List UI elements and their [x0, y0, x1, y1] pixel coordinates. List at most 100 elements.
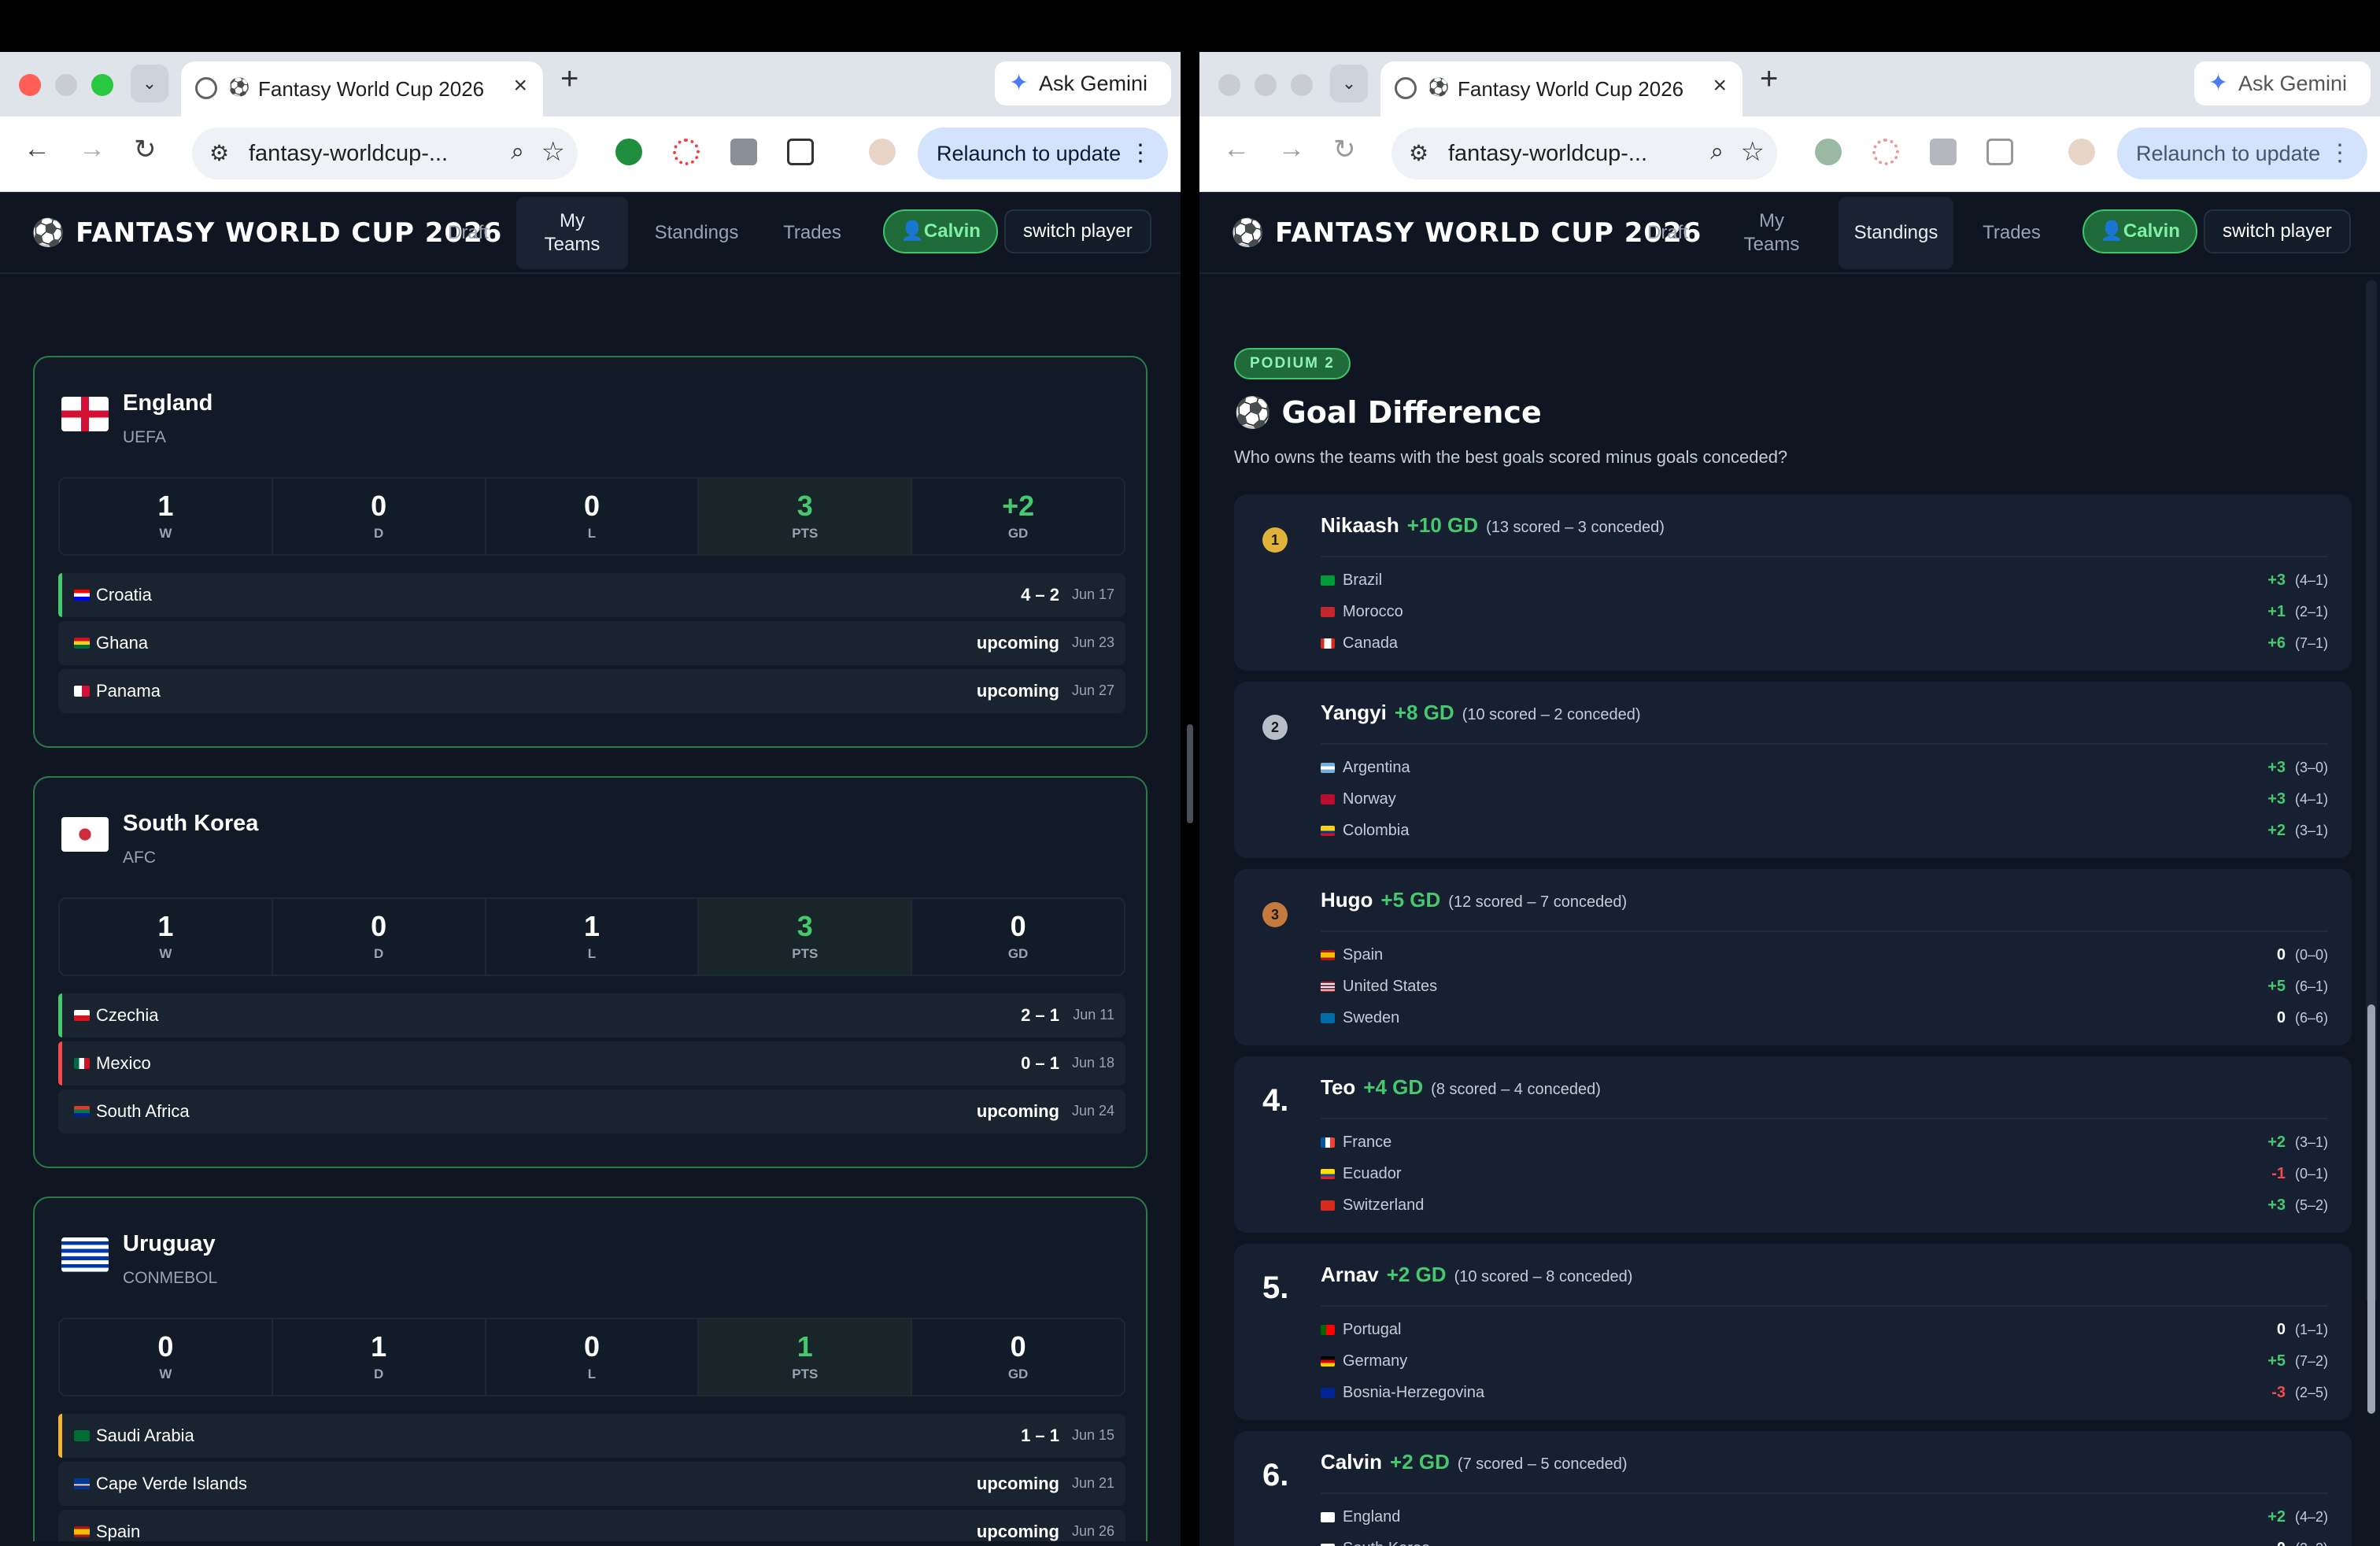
- address-bar[interactable]: ⚙ fantasy-worldcup-... ⌕ ☆: [1391, 128, 1777, 179]
- match-row[interactable]: Saudi Arabia 1 – 1 Jun 15: [58, 1414, 1125, 1458]
- globe-icon: [1395, 77, 1417, 99]
- back-icon[interactable]: ←: [1223, 134, 1250, 165]
- current-player-badge[interactable]: 👤Calvin: [883, 209, 998, 253]
- nav-draft[interactable]: Draft: [1631, 197, 1705, 269]
- match-row[interactable]: Cape Verde Islands upcoming Jun 21: [58, 1462, 1125, 1506]
- tab-search-button[interactable]: ⌄: [131, 65, 168, 102]
- browser-tab[interactable]: ⚽ Fantasy World Cup 2026 ×: [181, 61, 543, 117]
- browser-toolbar: ← → ↻ ⚙ fantasy-worldcup-... ⌕ ☆ Relaunc…: [1199, 117, 2380, 192]
- reload-icon[interactable]: ↻: [1333, 134, 1356, 165]
- forward-icon[interactable]: →: [79, 134, 105, 165]
- team-score: (3–1): [2294, 1134, 2328, 1150]
- stat-d-value: 0: [371, 910, 387, 942]
- window-divider-handle[interactable]: [1187, 724, 1193, 823]
- new-tab-button[interactable]: +: [560, 61, 578, 97]
- scrollbar-thumb[interactable]: [2367, 1004, 2375, 1414]
- nav-trades[interactable]: Trades: [1968, 197, 2056, 269]
- player-goal-difference: +2 GD: [1390, 1450, 1450, 1474]
- result-indicator: [58, 1462, 62, 1506]
- site-info-icon[interactable]: ⚙: [1409, 140, 1428, 166]
- reload-icon[interactable]: ↻: [134, 134, 157, 165]
- team-goal-difference: +3: [2267, 1196, 2286, 1214]
- match-row[interactable]: Ghana upcoming Jun 23: [58, 621, 1125, 665]
- relaunch-button[interactable]: Relaunch to update ⋮: [918, 128, 1168, 179]
- team-name: France: [1343, 1134, 1392, 1151]
- opponent-flag-icon: [74, 686, 90, 697]
- puzzle-extensions-icon[interactable]: [1986, 139, 2013, 165]
- back-icon[interactable]: ←: [24, 134, 50, 165]
- bookmark-star-icon[interactable]: ☆: [1741, 136, 1765, 168]
- grammarly-extension-icon[interactable]: [1815, 139, 1842, 165]
- minimize-window-button[interactable]: [55, 74, 77, 96]
- nav-standings[interactable]: Standings: [1839, 197, 1953, 269]
- extension-icon[interactable]: [673, 139, 700, 165]
- rank-card: 1 Nikaash +10 GD (13 scored – 3 conceded) …: [1234, 494, 2352, 671]
- nav-standings[interactable]: Standings: [639, 197, 754, 269]
- current-player-badge[interactable]: 👤Calvin: [2082, 209, 2197, 253]
- close-tab-icon[interactable]: ×: [1713, 72, 1727, 99]
- soccer-ball-icon: ⚽: [228, 77, 250, 97]
- match-row[interactable]: South Africa upcoming Jun 24: [58, 1089, 1125, 1134]
- team-name: England: [1343, 1508, 1401, 1526]
- stat-gd-label: GD: [1007, 1367, 1029, 1381]
- switch-player-button[interactable]: switch player: [2204, 209, 2351, 253]
- new-tab-button[interactable]: +: [1760, 61, 1778, 97]
- close-window-button[interactable]: [1218, 74, 1240, 96]
- maximize-window-button[interactable]: [91, 74, 113, 96]
- profile-avatar[interactable]: [2068, 139, 2095, 165]
- more-menu-icon[interactable]: ⋮: [1129, 128, 1152, 179]
- match-date: Jun 18: [1071, 1055, 1114, 1071]
- maximize-window-button[interactable]: [1291, 74, 1313, 96]
- match-row[interactable]: Croatia 4 – 2 Jun 17: [58, 573, 1125, 617]
- close-tab-icon[interactable]: ×: [513, 72, 527, 99]
- puzzle-extensions-icon[interactable]: [787, 139, 814, 165]
- tab-title: Fantasy World Cup 2026: [1458, 77, 1684, 101]
- extension-icon[interactable]: [1872, 139, 1899, 165]
- team-stats: 1 W 0 D 0 L 3 PTS +2 GD: [58, 477, 1125, 556]
- more-menu-icon[interactable]: ⋮: [2328, 128, 2352, 179]
- england-flag-icon: [61, 397, 109, 431]
- bookmark-star-icon[interactable]: ☆: [541, 136, 565, 168]
- nav-my-teams[interactable]: My Teams: [1716, 197, 1828, 269]
- player-name: Arnav: [1321, 1263, 1379, 1286]
- address-bar[interactable]: ⚙ fantasy-worldcup-... ⌕ ☆: [192, 128, 578, 179]
- relaunch-button[interactable]: Relaunch to update ⋮: [2117, 128, 2367, 179]
- team-stats: 0 W 1 D 0 L 1 PTS 0 GD: [58, 1318, 1125, 1396]
- match-date: Jun 11: [1073, 1007, 1114, 1023]
- stat-l-label: L: [587, 1367, 597, 1381]
- team-score: (3–0): [2294, 760, 2328, 775]
- team-goal-difference: 0: [2276, 1009, 2286, 1026]
- match-row[interactable]: Czechia 2 – 1 Jun 11: [58, 993, 1125, 1037]
- close-window-button[interactable]: [19, 74, 41, 96]
- match-row[interactable]: Spain upcoming Jun 26: [58, 1510, 1125, 1541]
- team-flag-icon: [1321, 575, 1335, 586]
- zoom-icon[interactable]: ⌕: [511, 139, 524, 165]
- profile-avatar[interactable]: [869, 139, 896, 165]
- team-score: (4–2): [2294, 1509, 2328, 1525]
- match-row[interactable]: Mexico 0 – 1 Jun 18: [58, 1041, 1125, 1086]
- stat-pts-label: PTS: [792, 526, 819, 541]
- nav-draft[interactable]: Draft: [431, 197, 505, 269]
- team-goal-difference: +3: [2267, 571, 2286, 589]
- tab-search-button[interactable]: ⌄: [1330, 65, 1368, 102]
- ask-gemini-button[interactable]: ✦ Ask Gemini: [2194, 61, 2371, 105]
- forward-icon[interactable]: →: [1278, 134, 1305, 165]
- switch-player-button[interactable]: switch player: [1004, 209, 1151, 253]
- grammarly-extension-icon[interactable]: [615, 139, 642, 165]
- extension-icon[interactable]: [730, 139, 757, 165]
- browser-tab[interactable]: ⚽ Fantasy World Cup 2026 ×: [1380, 61, 1743, 117]
- minimize-window-button[interactable]: [1255, 74, 1277, 96]
- match-row[interactable]: Panama upcoming Jun 27: [58, 669, 1125, 713]
- site-info-icon[interactable]: ⚙: [209, 140, 229, 166]
- result-indicator: [58, 621, 62, 665]
- extension-icon[interactable]: [1930, 139, 1957, 165]
- soccer-ball-icon: ⚽: [1428, 77, 1450, 97]
- ask-gemini-label: Ask Gemini: [1039, 72, 1148, 95]
- ask-gemini-label: Ask Gemini: [2238, 72, 2348, 95]
- nav-trades[interactable]: Trades: [768, 197, 856, 269]
- ask-gemini-button[interactable]: ✦ Ask Gemini: [995, 61, 1171, 105]
- zoom-icon[interactable]: ⌕: [1710, 139, 1724, 165]
- page-scrollbar[interactable]: [2366, 280, 2377, 1414]
- nav-my-teams[interactable]: My Teams: [516, 197, 628, 269]
- tab-title: Fantasy World Cup 2026: [258, 77, 485, 101]
